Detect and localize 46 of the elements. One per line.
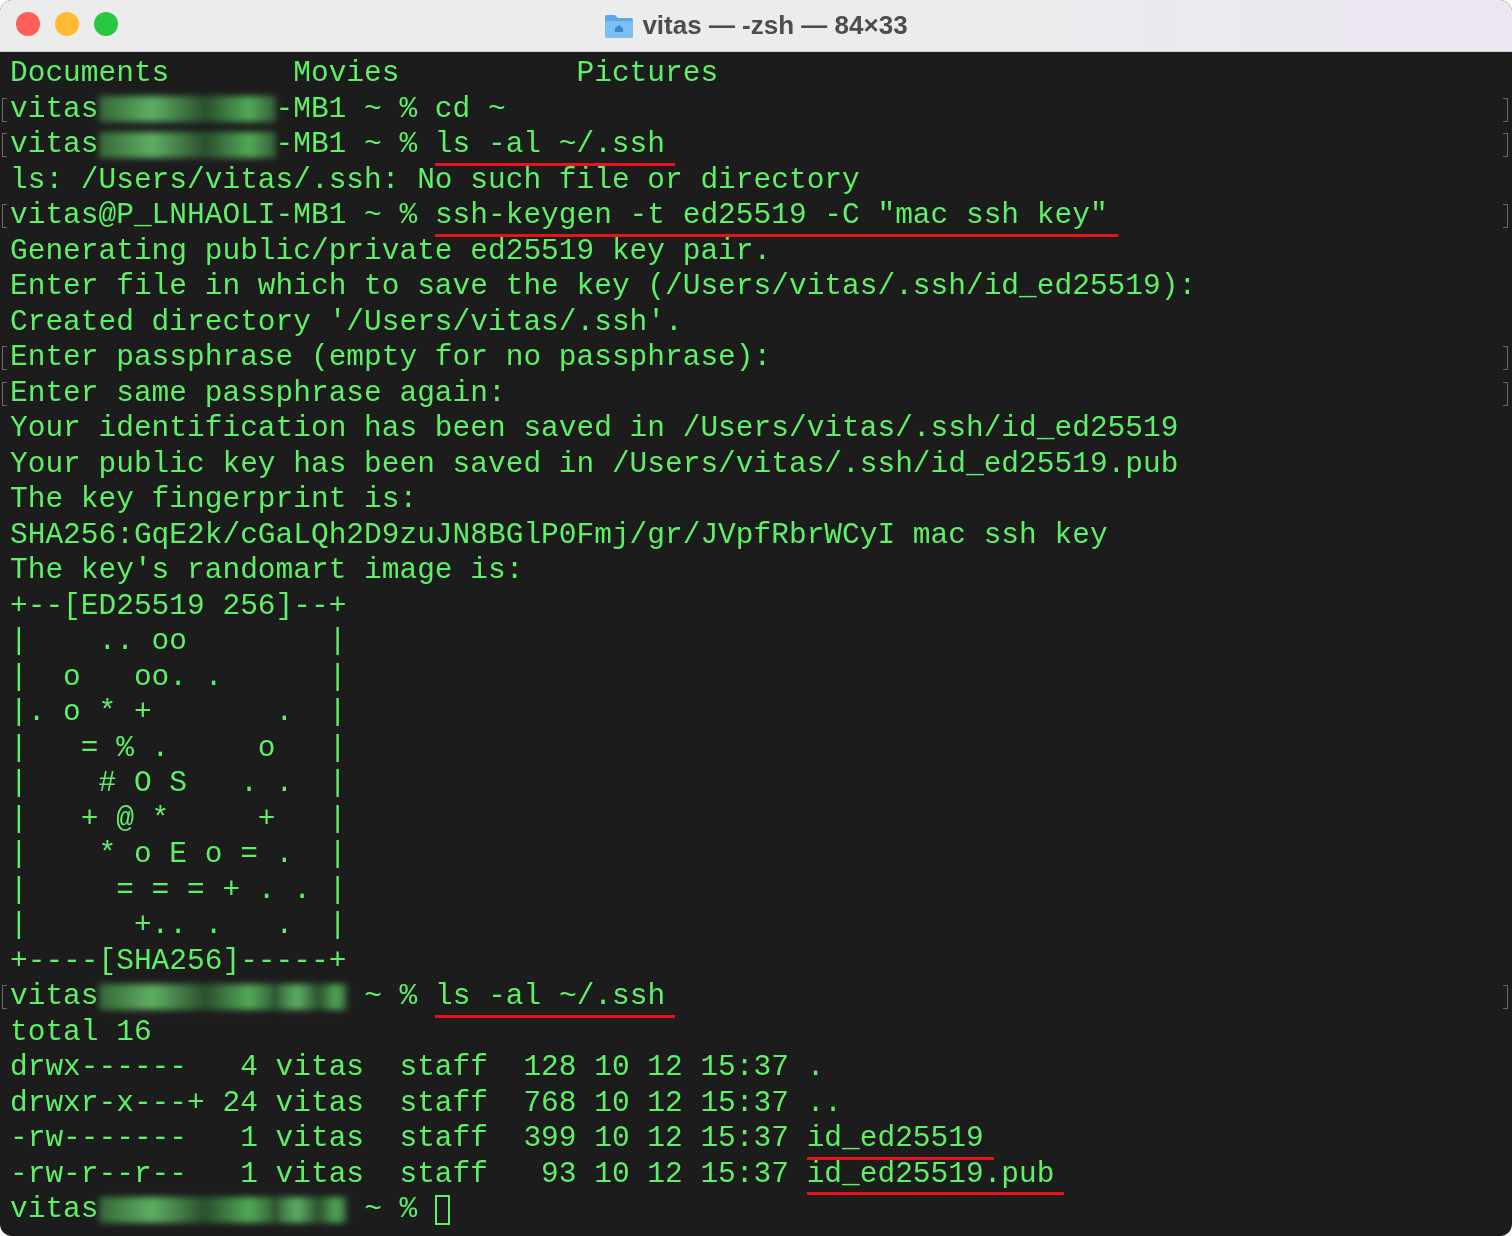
terminal-text: The key fingerprint is:	[10, 482, 418, 518]
terminal-text: | = = = + . . |	[10, 872, 347, 908]
terminal-text: vitas	[10, 1192, 99, 1228]
terminal-text: Your identification has been saved in /Users/vitas/.ssh/id_ed25519	[10, 411, 1179, 447]
terminal-text: +----[SHA256]-----+	[10, 943, 347, 979]
terminal-text: The key's randomart image is:	[10, 553, 524, 589]
terminal-text: -MB1 ~ %	[275, 127, 419, 163]
terminal-text: vitas	[10, 979, 99, 1015]
terminal-text: ~ %	[363, 979, 419, 1015]
window-title: vitas — -zsh — 84×33	[642, 10, 908, 41]
command-text: ls -al ~/.ssh	[435, 979, 676, 1018]
terminal-text: Created directory '/Users/vitas/.ssh'.	[10, 304, 683, 340]
terminal-text: SHA256:GqE2k/cGaLQh2D9zuJN8BGlP0Fmj/gr/JVpfRbrWCyI mac ssh key	[10, 517, 1108, 553]
terminal-text: | o oo. . |	[10, 659, 347, 695]
close-button[interactable]	[16, 12, 40, 36]
terminal-text: vitas	[10, 127, 99, 163]
terminal-text: Your public key has been saved in /Users/vitas/.ssh/id_ed25519.pub	[10, 446, 1179, 482]
folder-icon	[604, 12, 635, 39]
terminal-text: | * o E o = . |	[10, 837, 347, 873]
command-text: id_ed25519.pub	[806, 1156, 1065, 1195]
terminal-text: Enter file in which to save the key (/Users/vitas/.ssh/id_ed25519):	[10, 269, 1197, 305]
terminal-text: -MB1 ~ % cd ~	[275, 91, 506, 127]
terminal-text: | .. oo |	[10, 624, 347, 660]
terminal-text: drwxr-x---+ 24 vitas staff 768 10 12 15:37 ..	[10, 1085, 843, 1121]
terminal-text: Documents Movies Pictures	[10, 56, 719, 92]
terminal-text: drwx------ 4 vitas staff 128 10 12 15:37 .	[10, 1050, 825, 1086]
terminal-text: |. o * + . |	[10, 695, 347, 731]
terminal-text: -rw------- 1 vitas staff 399 10 12 15:37	[10, 1121, 790, 1157]
terminal-text: Enter same passphrase again:	[10, 375, 506, 411]
minimize-button[interactable]	[55, 12, 79, 36]
terminal-text: vitas@P_LNHAOLI-MB1 ~ %	[10, 198, 419, 234]
terminal-text: | # O S . . |	[10, 766, 347, 802]
terminal-text: vitas	[10, 91, 99, 127]
command-text: ssh-keygen -t ed25519 -C "mac ssh key"	[434, 198, 1118, 237]
terminal-text: ~ %	[363, 1192, 419, 1228]
command-text: ls -al ~/.ssh	[434, 127, 675, 166]
terminal-text: -rw-r--r-- 1 vitas staff 93 10 12 15:37	[10, 1156, 790, 1192]
terminal-text: total 16	[10, 1014, 152, 1050]
cursor	[435, 1194, 451, 1225]
terminal-text: Enter passphrase (empty for no passphrase):	[10, 340, 772, 376]
terminal-text: | + @ * + |	[10, 801, 347, 837]
terminal-text: | +.. . . |	[10, 908, 347, 944]
command-text: id_ed25519	[806, 1121, 994, 1160]
terminal-text: +--[ED25519 256]--+	[10, 588, 347, 624]
zoom-button[interactable]	[94, 12, 118, 36]
terminal-text: | = % . o |	[10, 730, 347, 766]
